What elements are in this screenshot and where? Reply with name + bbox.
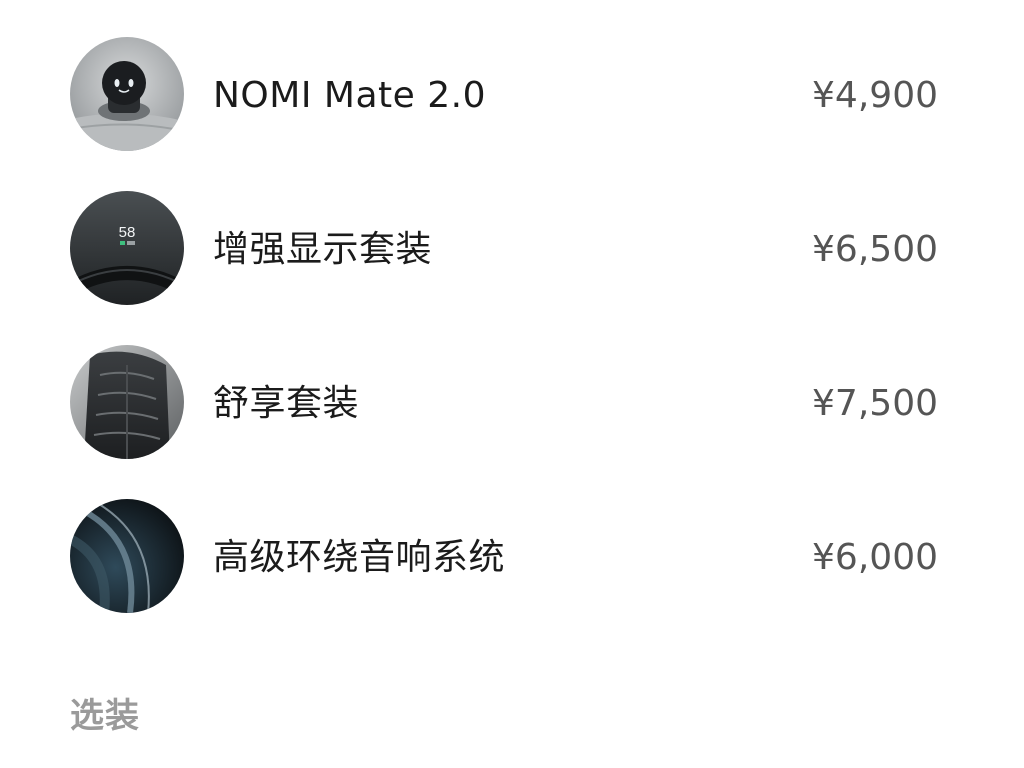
package-item-surround-audio[interactable]: 高级环绕音响系统 ¥6,000: [0, 498, 1024, 618]
comfort-seat-thumbnail: [70, 345, 184, 459]
package-item-nomi-mate[interactable]: NOMI Mate 2.0 ¥4,900: [0, 36, 1024, 156]
package-price: ¥4,900: [812, 75, 938, 116]
package-item-enhanced-display[interactable]: 58 增强显示套装 ¥6,500: [0, 190, 1024, 310]
surround-audio-thumbnail: [70, 499, 184, 613]
package-name: 舒享套装: [213, 383, 360, 424]
package-name: 高级环绕音响系统: [213, 537, 506, 578]
package-list-page: NOMI Mate 2.0 ¥4,900 58 增强显示套装 ¥6,500 舒享…: [0, 0, 1024, 768]
package-name: NOMI Mate 2.0: [213, 75, 486, 116]
hud-speed-readout: 58: [119, 224, 136, 241]
package-price: ¥6,500: [812, 229, 938, 270]
package-price: ¥7,500: [812, 383, 938, 424]
package-name: 增强显示套装: [213, 229, 433, 270]
nomi-mate-thumbnail: [70, 37, 184, 151]
enhanced-display-thumbnail: 58: [70, 191, 184, 305]
package-item-comfort[interactable]: 舒享套装 ¥7,500: [0, 344, 1024, 464]
package-price: ¥6,000: [812, 537, 938, 578]
optional-section-heading: 选装: [70, 696, 140, 736]
